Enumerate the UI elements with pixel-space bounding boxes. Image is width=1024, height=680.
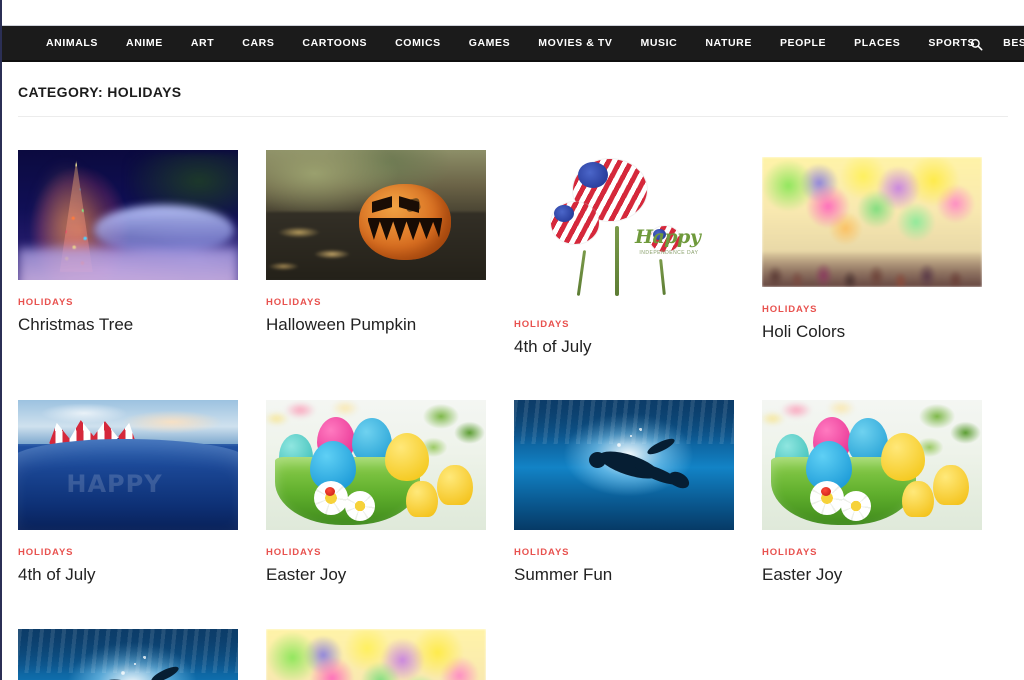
nav-item-anime[interactable]: ANIME [112,25,177,61]
nav-item-comics[interactable]: COMICS [381,25,455,61]
site-logo-text: ThemeBeta [150,0,450,14]
theme-thumbnail[interactable]: Happy INDEPENDENCE DAY [514,150,734,302]
grid-empty-cell [762,596,1010,680]
site-logo[interactable]: ThemeBeta [150,0,450,14]
theme-card-category[interactable]: HOLIDAYS [18,547,238,558]
nav-item-animals[interactable]: ANIMALS [32,25,112,61]
fourth-of-july-ocean-image: HAPPY [18,400,238,531]
nav-item-games[interactable]: GAMES [455,25,525,61]
grid-empty-cell [514,596,762,680]
artwork-subtitle-text: INDEPENDENCE DAY [639,250,699,257]
theme-thumbnail[interactable] [266,628,486,680]
artwork-watermark-text: HAPPY [66,470,163,499]
theme-card-title[interactable]: Summer Fun [514,564,734,585]
theme-thumbnail[interactable] [266,400,486,531]
theme-thumbnail[interactable] [762,157,982,287]
page-header: CATEGORY: HOLIDAYS [2,62,1024,100]
theme-card[interactable]: HOLIDAYS Halloween Pumpkin [266,117,514,365]
holi-colors-image [762,157,982,287]
nav-item-people[interactable]: PEOPLE [766,25,840,61]
theme-card[interactable]: HAPPY HOLIDAYS 4th of July [18,367,266,593]
theme-card[interactable]: HOLIDAYS Easter Joy [266,367,514,593]
easter-eggs-image [762,400,982,531]
summer-fun-diver-image [18,628,238,680]
nav-item-places[interactable]: PLACES [840,25,914,61]
christmas-tree-image [18,150,238,280]
page-title: CATEGORY: HOLIDAYS [18,84,182,100]
nav-item-cars[interactable]: CARS [228,25,288,61]
theme-card[interactable]: HOLIDAYS Christmas Tree [18,117,266,365]
theme-card[interactable]: HOLIDAYS Easter Joy [762,367,1010,593]
theme-card[interactable]: HOLIDAYS Summer Fun [514,367,762,593]
nav-item-nature[interactable]: NATURE [691,25,766,61]
artwork-greeting-text: Happy [635,226,701,248]
nav-item-best-themes[interactable]: BEST THEMES [989,25,1024,61]
nav-item-list: ANIMALS ANIME ART CARS CARTOONS COMICS G… [32,25,1024,61]
nav-item-art[interactable]: ART [177,25,228,61]
theme-grid-row: HOLIDAYS Christmas Tree HOLIDAYS Hallowe… [18,117,1010,365]
theme-card-title[interactable]: Christmas Tree [18,314,238,335]
halloween-pumpkin-image [266,150,486,280]
theme-card-title[interactable]: Easter Joy [762,564,982,585]
holi-colors-image [266,628,486,680]
main-navigation: ANIMALS ANIME ART CARS CARTOONS COMICS G… [2,26,1024,62]
theme-grid-row-partial [18,596,1010,680]
theme-grid-row: HAPPY HOLIDAYS 4th of July HOLIDAYS East… [18,367,1010,593]
summer-fun-diver-image [514,400,734,531]
search-icon[interactable] [964,26,988,62]
theme-card-category[interactable]: HOLIDAYS [266,547,486,558]
theme-card-category[interactable]: HOLIDAYS [514,547,734,558]
theme-thumbnail[interactable] [762,400,982,531]
fourth-of-july-flowers-image: Happy INDEPENDENCE DAY [514,150,734,302]
theme-card[interactable] [266,596,514,680]
theme-thumbnail[interactable] [18,628,238,680]
nav-item-movies-tv[interactable]: MOVIES & TV [524,25,626,61]
theme-card-category[interactable]: HOLIDAYS [762,547,982,558]
theme-thumbnail[interactable] [266,150,486,280]
easter-eggs-image [266,400,486,531]
theme-card[interactable]: Happy INDEPENDENCE DAY HOLIDAYS 4th of J… [514,117,762,365]
theme-card-category[interactable]: HOLIDAYS [18,297,238,308]
theme-card[interactable]: HOLIDAYS Holi Colors [762,117,1010,365]
page-root: ThemeBeta ANIMALS ANIME ART CARS CARTOON… [0,0,1024,680]
theme-thumbnail[interactable] [18,150,238,280]
theme-card-title[interactable]: Easter Joy [266,564,486,585]
theme-card-title[interactable]: 4th of July [514,336,734,357]
theme-card-category[interactable]: HOLIDAYS [266,297,486,308]
theme-card-category[interactable]: HOLIDAYS [762,304,982,315]
theme-card-title[interactable]: Holi Colors [762,321,982,342]
theme-grid: HOLIDAYS Christmas Tree HOLIDAYS Hallowe… [2,117,1024,680]
nav-item-music[interactable]: MUSIC [627,25,692,61]
theme-card[interactable] [18,596,266,680]
theme-card-category[interactable]: HOLIDAYS [514,319,734,330]
theme-card-title[interactable]: Halloween Pumpkin [266,314,486,335]
theme-card-title[interactable]: 4th of July [18,564,238,585]
nav-item-cartoons[interactable]: CARTOONS [288,25,381,61]
theme-thumbnail[interactable] [514,400,734,531]
site-masthead: ThemeBeta [2,0,1024,26]
theme-thumbnail[interactable]: HAPPY [18,400,238,531]
